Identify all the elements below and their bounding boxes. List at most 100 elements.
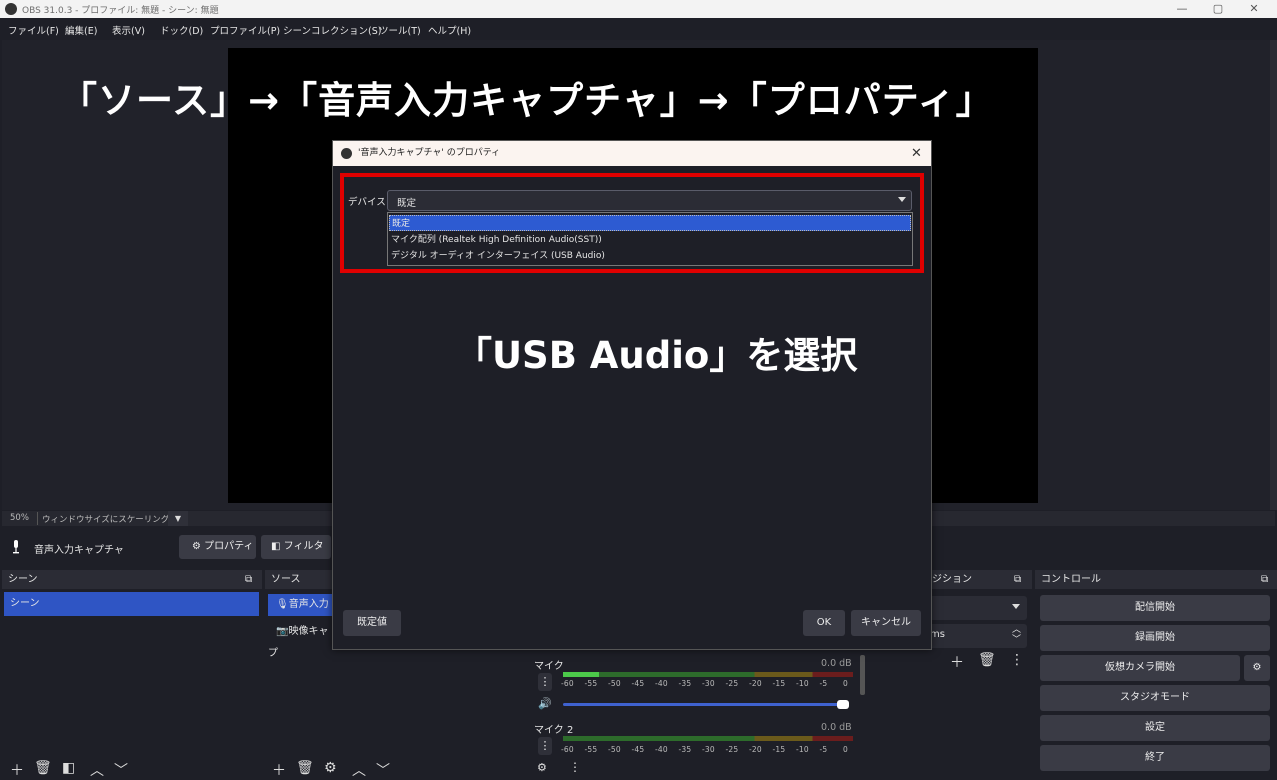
add-source-icon[interactable]: ＋	[272, 760, 286, 780]
add-transition-icon[interactable]: ＋	[950, 652, 964, 672]
meter-tick-label: -5	[819, 679, 828, 688]
meter-tick-label: -20	[749, 745, 762, 754]
start-virtual-camera-button[interactable]: 仮想カメラ開始	[1040, 655, 1240, 681]
transition-select[interactable]	[928, 596, 1027, 620]
meter-tick-label: -60	[561, 679, 574, 688]
mixer-footer: ⚙ ⋮	[532, 759, 862, 775]
transition-duration-field[interactable]: ms ︿ ﹀	[928, 624, 1027, 648]
menu-view[interactable]: 表示(V)	[112, 23, 145, 37]
meter-tick-label: 0	[843, 745, 848, 754]
studio-mode-button[interactable]: スタジオモード	[1040, 685, 1270, 711]
volume-slider[interactable]	[563, 703, 848, 706]
sources-dock-title: ソース	[271, 574, 301, 585]
meter-tick-label: -40	[655, 679, 668, 688]
start-streaming-button[interactable]: 配信開始	[1040, 595, 1270, 621]
remove-transition-icon[interactable]: 🗑	[978, 652, 996, 668]
annotation-top: 「ソース」→「音声入力キャプチャ」→「プロパティ」	[60, 79, 994, 122]
menu-edit[interactable]: 編集(E)	[65, 23, 97, 37]
duration-unit: ms	[930, 629, 945, 640]
cancel-button[interactable]: キャンセル	[851, 610, 921, 636]
menu-help[interactable]: ヘルプ(H)	[428, 23, 471, 37]
source-item-video-capture[interactable]: 📷映像キャプ	[268, 621, 332, 659]
move-up-icon[interactable]: ︿	[90, 760, 104, 780]
stepper-icon[interactable]: ︿ ﹀	[1012, 625, 1021, 645]
title-bar: OBS 31.0.3 - プロファイル: 無題 - シーン: 無題 — ▢ ✕	[0, 0, 1277, 18]
move-up-icon[interactable]: ︿	[352, 760, 366, 780]
volume-meter	[563, 736, 853, 741]
close-icon[interactable]: ✕	[911, 141, 922, 166]
move-down-icon[interactable]: ﹀	[376, 760, 390, 780]
scale-mode-dropdown[interactable]: ▼	[168, 511, 188, 526]
undock-icon[interactable]: ⧉	[245, 570, 252, 589]
meter-tick-label: -25	[725, 745, 739, 754]
meter-tick-label: -45	[631, 679, 645, 688]
speaker-icon[interactable]: 🔊	[538, 697, 552, 710]
scenes-dock-header: シーン ⧉	[2, 570, 262, 589]
scale-mode-label: ウィンドウサイズにスケーリング表示	[42, 515, 187, 525]
meter-tick-label: 0	[843, 679, 848, 688]
zoom-level: 50%	[10, 513, 29, 523]
camera-icon: 📷	[276, 626, 289, 637]
obs-logo-icon	[341, 148, 352, 159]
meter-tick-label: -50	[608, 679, 621, 688]
meter-tick-label: -35	[678, 745, 692, 754]
undock-icon[interactable]: ⧉	[1261, 570, 1268, 589]
meter-tick-label: -45	[631, 745, 645, 754]
meter-tick-label: -40	[655, 745, 668, 754]
source-item-label: 音声入力	[288, 599, 329, 610]
properties-button[interactable]: ⚙ プロパティ	[179, 535, 256, 559]
gear-icon[interactable]: ⚙	[537, 761, 547, 774]
scene-item-label: シーン	[10, 598, 40, 609]
meter-tick-label: -10	[796, 679, 809, 688]
meter-tick-label: -20	[749, 679, 762, 688]
mixer-channel-name: マイク 2	[534, 725, 574, 736]
source-item-audio-input[interactable]: 🎙音声入力	[268, 594, 332, 616]
settings-button[interactable]: 設定	[1040, 715, 1270, 741]
transition-menu-icon[interactable]: ⋮	[1010, 652, 1024, 668]
controls-dock-header: コントロール ⧉	[1035, 570, 1277, 589]
mixer-scrollbar[interactable]	[860, 655, 865, 695]
virtual-camera-settings-icon[interactable]: ⚙	[1244, 655, 1270, 681]
mixer-channel-db: 0.0 dB	[821, 722, 852, 733]
meter-tick-label: -35	[678, 679, 692, 688]
volume-meter	[563, 672, 853, 677]
mixer-menu-icon[interactable]: ⋮	[569, 760, 581, 774]
ok-button[interactable]: OK	[803, 610, 845, 636]
exit-button[interactable]: 終了	[1040, 745, 1270, 771]
divider	[37, 512, 38, 525]
meter-tick-label: -30	[702, 679, 715, 688]
remove-scene-icon[interactable]: 🗑	[34, 760, 52, 776]
remove-source-icon[interactable]: 🗑	[296, 760, 314, 776]
mixer-channel-name: マイク	[534, 661, 564, 672]
microphone-icon: 🎙	[276, 599, 289, 610]
chevron-down-icon	[1012, 604, 1020, 609]
defaults-button[interactable]: 既定値	[343, 610, 401, 636]
menu-profile[interactable]: プロファイル(P)	[210, 23, 280, 37]
scene-item[interactable]: シーン	[4, 592, 259, 616]
channel-menu-icon[interactable]: ⋮	[538, 737, 552, 755]
dialog-title: '音声入力キャプチャ' のプロパティ	[358, 148, 501, 158]
meter-tick-label: -15	[772, 679, 786, 688]
menu-dock[interactable]: ドック(D)	[160, 23, 203, 37]
mixer-channel-db: 0.0 dB	[821, 658, 852, 669]
menu-tools[interactable]: ツール(T)	[379, 23, 421, 37]
preview-scrollbar[interactable]	[1270, 40, 1277, 510]
move-down-icon[interactable]: ﹀	[114, 760, 128, 780]
undock-icon[interactable]: ⧉	[1014, 570, 1021, 589]
source-properties-icon[interactable]: ⚙	[324, 760, 337, 776]
scene-filters-icon[interactable]: ◧	[62, 760, 75, 776]
audio-mixer: マイク 0.0 dB ⋮ -60 -55 -50 -45 -40 -35 -30 -25 -20…	[528, 655, 866, 775]
menu-scene-collection[interactable]: シーンコレクション(S)	[283, 23, 381, 37]
menu-file[interactable]: ファイル(F)	[8, 23, 59, 37]
controls-dock-title: コントロール	[1041, 574, 1101, 585]
volume-slider-handle[interactable]	[837, 700, 849, 709]
maximize-icon[interactable]: ▢	[1203, 1, 1233, 17]
filters-button[interactable]: ◧ フィルタ	[261, 535, 331, 559]
close-icon[interactable]: ✕	[1239, 1, 1269, 17]
meter-tick-label: -50	[608, 745, 621, 754]
filter-icon: ◧	[271, 541, 281, 552]
start-recording-button[interactable]: 録画開始	[1040, 625, 1270, 651]
add-scene-icon[interactable]: ＋	[10, 760, 24, 780]
minimize-icon[interactable]: —	[1167, 1, 1197, 17]
channel-menu-icon[interactable]: ⋮	[538, 673, 552, 691]
